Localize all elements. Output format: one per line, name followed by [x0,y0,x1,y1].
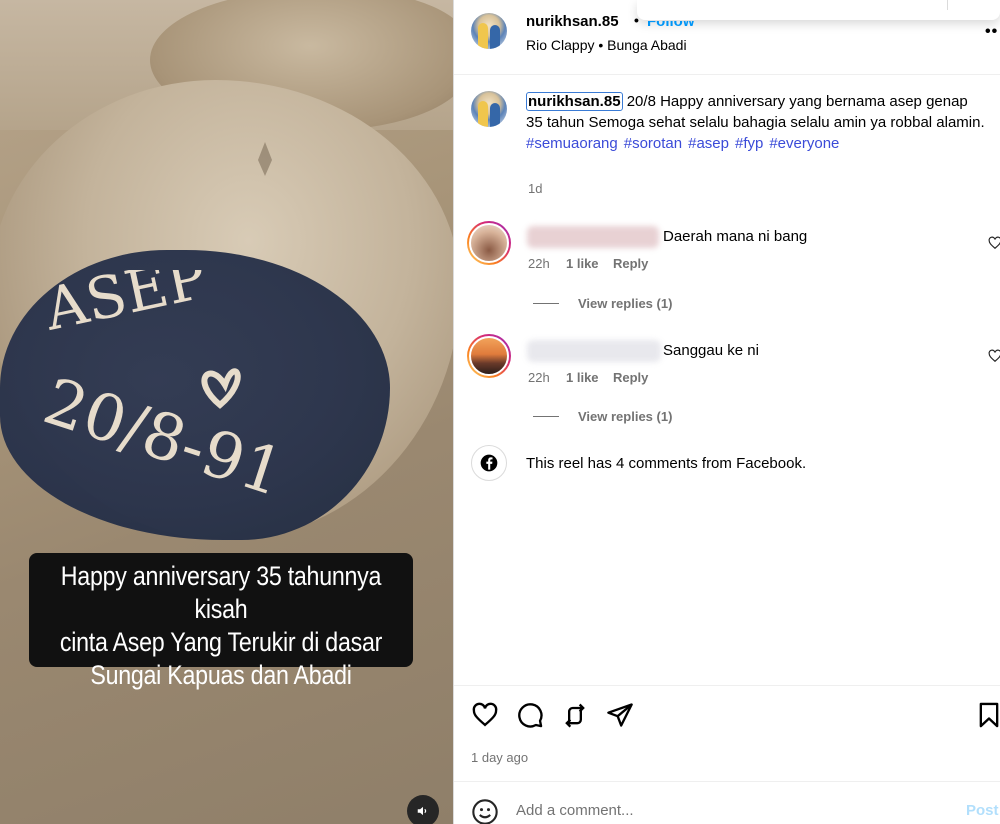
composer-divider [454,781,1000,782]
speaker-icon [417,806,427,816]
comment-text: Sanggau ke ni [663,342,759,359]
rock-carving: ASEP 20/8-91 [40,270,293,510]
comment-text: Daerah mana ni bang [663,228,808,245]
header-separator: • [634,12,639,28]
heart-icon[interactable] [988,349,1000,363]
blurred-username [527,340,661,362]
post-caption: nurikhsan.85 20/8 Happy anniversary yang… [526,91,986,154]
actions-divider [454,685,1000,686]
overlay-caption-line: cinta Asep Yang Terukir di dasar [59,627,383,657]
author-avatar[interactable] [471,13,507,49]
reply-button[interactable]: Reply [613,256,648,271]
hashtag-link[interactable]: #asep [688,135,729,152]
heart-icon[interactable] [988,236,1000,250]
commenter-avatar[interactable] [467,334,511,378]
overlay-caption: Happy anniversary 35 tahunnya kisah cint… [56,560,386,692]
repost-icon[interactable] [561,701,589,729]
carving-heart [201,368,241,409]
commenter-avatar[interactable] [467,221,511,265]
hashtag-link[interactable]: #semuaorang [526,135,618,152]
hashtag-link[interactable]: #everyone [769,135,839,152]
post-time-ago: 1 day ago [471,750,529,765]
header-divider [454,74,1000,75]
overlay-caption-line: Happy anniversary 35 tahunnya kisah [60,561,382,624]
more-options-icon[interactable]: •• [985,23,998,41]
caption-timestamp: 1d [528,181,543,196]
comment-time: 22h [528,256,550,271]
facebook-comments-note: This reel has 4 comments from Facebook. [526,455,807,472]
view-replies-button[interactable]: View replies (1) [578,296,672,311]
comment-time: 22h [528,370,550,385]
view-replies-button[interactable]: View replies (1) [578,409,672,424]
comment-icon[interactable] [516,701,544,729]
popup-menu-edge [637,0,1000,20]
caption-username[interactable]: nurikhsan.85 [526,92,623,111]
audio-track-link[interactable]: Rio Clappy • Bunga Abadi [526,37,687,53]
heart-icon[interactable] [471,701,499,729]
comment-likes[interactable]: 1 like [566,256,599,271]
hashtag-list: #semuaorang #sorotan #asep #fyp #everyone [526,133,986,154]
blurred-username [527,226,659,248]
mute-toggle-button[interactable] [407,795,439,824]
share-icon[interactable] [606,701,634,729]
facebook-icon [471,445,507,481]
author-username[interactable]: nurikhsan.85 [526,13,619,30]
emoji-icon[interactable] [471,798,499,824]
reply-button[interactable]: Reply [613,370,648,385]
overlay-caption-line: Sungai Kapuas dan Abadi [90,660,352,690]
hashtag-link[interactable]: #fyp [735,135,763,152]
hashtag-link[interactable]: #sorotan [624,135,682,152]
bookmark-icon[interactable] [975,701,1000,729]
small-fish-shape [258,142,272,176]
caption-avatar[interactable] [471,91,507,127]
carving-date: 20/8-91 [40,365,293,510]
carving-name: ASEP [40,270,212,344]
comment-input[interactable] [516,802,936,819]
comment-likes[interactable]: 1 like [566,370,599,385]
post-comment-button[interactable]: Post [966,802,999,819]
reel-video[interactable]: ASEP 20/8-91 Happy anniversary 35 tahunn… [0,0,453,824]
